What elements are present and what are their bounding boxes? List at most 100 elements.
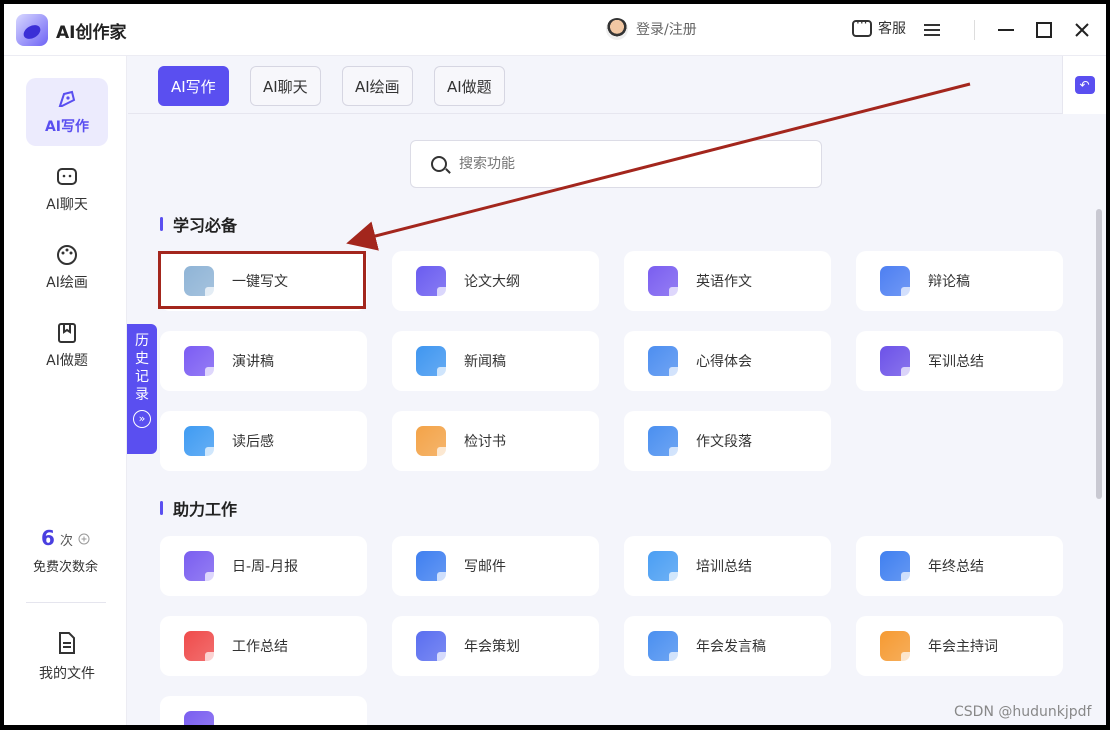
nav-ai-homework[interactable]: AI做题	[26, 312, 108, 380]
p-icon	[880, 631, 913, 664]
feature-card-label: 日-周-月报	[232, 559, 299, 575]
credits-count: 6	[40, 526, 55, 550]
nav-ai-painting[interactable]: AI绘画	[26, 234, 108, 302]
plus-circle-icon[interactable]	[78, 533, 90, 545]
tab-ai-chat[interactable]: AI聊天	[250, 66, 321, 106]
avatar-icon	[606, 18, 628, 40]
section-title: 助力工作	[160, 496, 237, 520]
feature-card-label: 年会策划	[464, 639, 520, 655]
feature-card-label: 写邮件	[464, 559, 506, 575]
left-sidebar: AI写作 AI聊天 AI绘画 AI做题 6 次 免费次数余 我的文件	[4, 56, 127, 725]
minimize-button[interactable]	[992, 16, 1020, 44]
history-tab[interactable]: 历 史 记 录 »	[127, 324, 157, 454]
feature-card[interactable]: 辩论稿	[856, 251, 1063, 311]
feature-card[interactable]: 年会发言稿	[624, 616, 831, 676]
feature-card[interactable]: 演讲稿	[160, 331, 367, 391]
feature-card-label: 心得体会	[696, 354, 752, 370]
face-icon	[880, 266, 913, 299]
close-button[interactable]	[1068, 16, 1096, 44]
section-title: 学习必备	[160, 212, 237, 236]
close-icon	[1075, 23, 1089, 37]
maximize-icon	[1036, 22, 1052, 38]
feature-card[interactable]	[160, 696, 367, 725]
feature-card[interactable]: 新闻稿	[392, 331, 599, 391]
pdf-icon	[184, 631, 217, 664]
search-input[interactable]	[459, 156, 759, 172]
feature-card[interactable]: 年会主持词	[856, 616, 1063, 676]
tab-ai-homework[interactable]: AI做题	[434, 66, 505, 106]
scrollbar[interactable]	[1096, 209, 1102, 499]
feature-card[interactable]: 培训总结	[624, 536, 831, 596]
feature-card[interactable]: 日-周-月报	[160, 536, 367, 596]
feature-card[interactable]: 年会策划	[392, 616, 599, 676]
feature-card[interactable]: 检讨书	[392, 411, 599, 471]
nav-label: AI写作	[44, 119, 90, 135]
feature-card-label: 培训总结	[696, 559, 752, 575]
free-credits: 6 次 免费次数余	[4, 526, 127, 575]
history-char: 记	[135, 369, 149, 385]
feature-card-label: 工作总结	[232, 639, 288, 655]
tab-ai-writing[interactable]: AI写作	[158, 66, 229, 106]
nav-label: AI聊天	[46, 197, 88, 213]
menu-button[interactable]	[918, 16, 946, 44]
search-icon	[431, 156, 447, 172]
feature-card[interactable]: 英语作文	[624, 251, 831, 311]
feature-card[interactable]: 心得体会	[624, 331, 831, 391]
image-icon	[416, 266, 449, 299]
highlight-box	[158, 251, 366, 309]
history-char: 录	[135, 387, 149, 403]
feature-card-label: 年会主持词	[928, 639, 998, 655]
login-label: 登录/注册	[636, 22, 697, 38]
feature-card-label: 英语作文	[696, 274, 752, 290]
credits-unit: 次	[59, 534, 73, 549]
feature-card-label: 论文大纲	[464, 274, 520, 290]
watermark: CSDN @hudunkjpdf	[954, 704, 1092, 720]
nav-divider	[26, 602, 106, 603]
nav-ai-chat[interactable]: AI聊天	[26, 156, 108, 224]
hamburger-icon	[924, 24, 940, 36]
table-icon	[648, 631, 681, 664]
history-char: 历	[135, 333, 149, 349]
collapse-button[interactable]: ↶	[1062, 56, 1106, 114]
feature-card[interactable]: 读后感	[160, 411, 367, 471]
w-icon	[416, 631, 449, 664]
history-char: 史	[135, 351, 149, 367]
image-icon	[184, 711, 214, 725]
pen-icon	[58, 90, 76, 107]
bookmark-icon	[58, 323, 76, 343]
minimize-icon	[998, 29, 1014, 31]
image-icon	[880, 346, 913, 379]
app-window: AI创作家 登录/注册 客服 AI写作 AI聊天	[4, 4, 1106, 725]
bars-icon	[184, 346, 217, 379]
my-files-label: 我的文件	[39, 666, 95, 682]
feature-card[interactable]: 工作总结	[160, 616, 367, 676]
feature-card[interactable]: 军训总结	[856, 331, 1063, 391]
login-button[interactable]: 登录/注册	[606, 18, 697, 40]
nav-ai-writing[interactable]: AI写作	[26, 78, 108, 146]
file-icon	[59, 632, 75, 654]
maximize-button[interactable]	[1030, 16, 1058, 44]
feature-card[interactable]: 写邮件	[392, 536, 599, 596]
double-chevron-right-icon: »	[133, 410, 151, 428]
feature-card-label: 检讨书	[464, 434, 506, 450]
tab-ai-painting[interactable]: AI绘画	[342, 66, 413, 106]
feature-card-label: 辩论稿	[928, 274, 970, 290]
text-icon	[648, 346, 681, 379]
customer-service-label: 客服	[878, 21, 906, 37]
search-box[interactable]	[410, 140, 822, 188]
chat-icon	[57, 168, 77, 185]
feature-card-label: 军训总结	[928, 354, 984, 370]
feature-card[interactable]: 作文段落	[624, 411, 831, 471]
feature-card-label: 作文段落	[696, 434, 752, 450]
my-files-button[interactable]: 我的文件	[26, 631, 108, 683]
app-logo-icon	[16, 14, 48, 46]
title-separator	[974, 20, 975, 40]
feature-card[interactable]: 年终总结	[856, 536, 1063, 596]
customer-service-button[interactable]: 客服	[852, 16, 906, 38]
credits-label: 免费次数余	[32, 560, 98, 575]
chat-bubble-icon	[852, 16, 872, 37]
feature-card-label: 年终总结	[928, 559, 984, 575]
feature-card[interactable]: 论文大纲	[392, 251, 599, 311]
text-icon	[416, 551, 449, 584]
bars-icon	[648, 551, 681, 584]
